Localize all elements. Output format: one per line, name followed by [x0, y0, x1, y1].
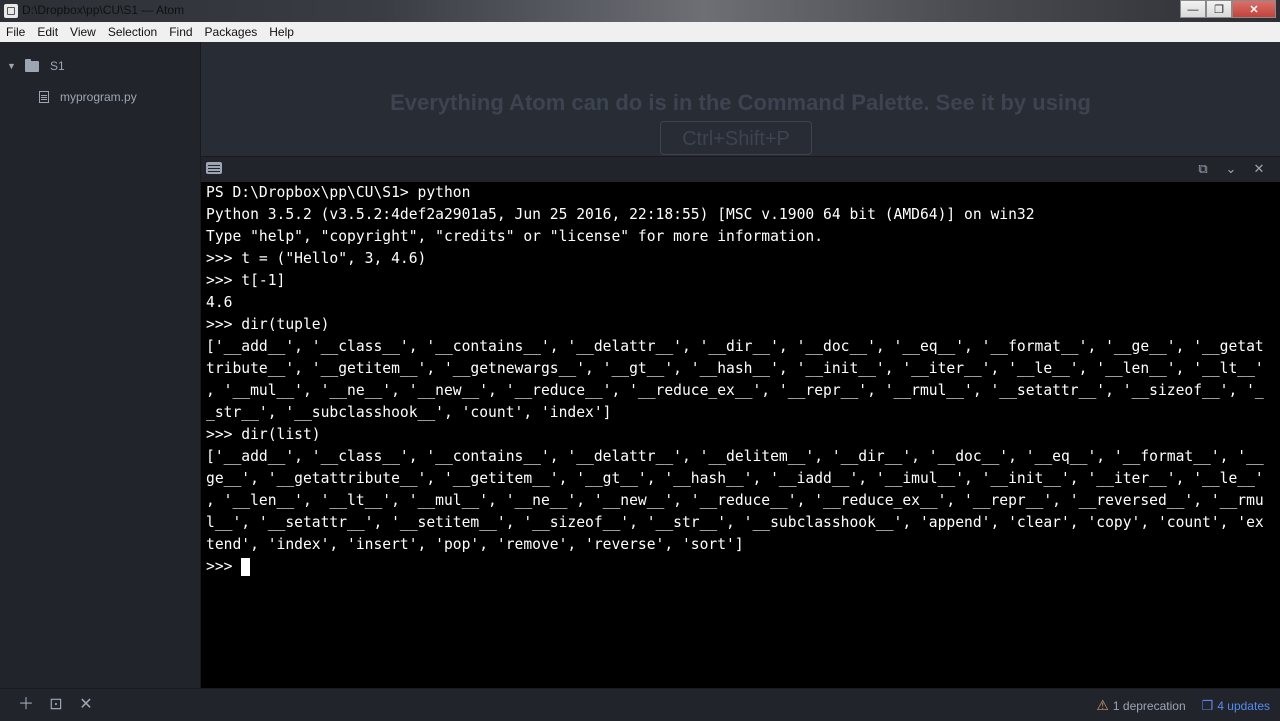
- menu-view[interactable]: View: [64, 25, 102, 39]
- terminal-prompt: >>>: [206, 558, 242, 575]
- terminal-line: >>> t[-1]: [206, 272, 286, 289]
- menu-file[interactable]: File: [0, 25, 31, 39]
- terminal-line: _str__', '__subclasshook__', 'count', 'i…: [206, 404, 612, 421]
- maximize-panel-icon[interactable]: ⧉: [1196, 161, 1210, 177]
- terminal-line: ['__add__', '__class__', '__contains__',…: [206, 338, 1264, 355]
- menu-selection[interactable]: Selection: [102, 25, 163, 39]
- close-terminal-icon[interactable]: ✕: [78, 697, 94, 713]
- terminal-line: ['__add__', '__class__', '__contains__',…: [206, 448, 1264, 465]
- terminal-line: 4.6: [206, 294, 233, 311]
- package-icon: ❒: [1201, 697, 1214, 713]
- maximize-button[interactable]: ❐: [1206, 0, 1232, 18]
- menu-packages[interactable]: Packages: [199, 25, 264, 39]
- status-left: ＋ ⊡ ✕: [18, 697, 94, 713]
- shortcut-key: Ctrl+Shift+P: [660, 121, 812, 155]
- terminal-actions: ⧉ ⌄ ✕: [1196, 161, 1266, 177]
- terminal-line: , '__mul__', '__ne__', '__new__', '__red…: [206, 382, 1264, 399]
- add-terminal-icon[interactable]: ＋: [18, 697, 34, 713]
- terminal-line: PS D:\Dropbox\pp\CU\S1> python: [206, 184, 471, 201]
- file-label: myprogram.py: [60, 90, 137, 104]
- status-right: ⚠ 1 deprecation ❒ 4 updates: [1096, 697, 1270, 714]
- atom-app-icon: [4, 4, 18, 18]
- terminal-panel-header: ⧉ ⌄ ✕: [201, 156, 1280, 183]
- deprecation-label: 1 deprecation: [1112, 698, 1186, 713]
- tree-folder-s1[interactable]: ▼ S1: [7, 58, 65, 73]
- terminal-line: Python 3.5.2 (v3.5.2:4def2a2901a5, Jun 2…: [206, 206, 1035, 223]
- tree-file-myprogram[interactable]: myprogram.py: [39, 90, 137, 104]
- terminal-line: ge__', '__getattribute__', '__getitem__'…: [206, 470, 1264, 487]
- terminal-line: , '__len__', '__lt__', '__mul__', '__ne_…: [206, 492, 1264, 509]
- menu-edit[interactable]: Edit: [31, 25, 64, 39]
- terminal-icon[interactable]: [206, 162, 222, 174]
- terminal-line: tribute__', '__getitem__', '__getnewargs…: [206, 360, 1264, 377]
- editor-workspace: Everything Atom can do is in the Command…: [201, 42, 1280, 156]
- terminal-line: Type "help", "copyright", "credits" or "…: [206, 228, 824, 245]
- close-window-button[interactable]: ✕: [1232, 0, 1276, 18]
- updates-status[interactable]: ❒ 4 updates: [1202, 698, 1270, 714]
- terminal-line: >>> dir(tuple): [206, 316, 330, 333]
- warning-icon: ⚠: [1096, 697, 1109, 713]
- menu-find[interactable]: Find: [163, 25, 198, 39]
- folder-label: S1: [50, 59, 65, 73]
- terminal[interactable]: PS D:\Dropbox\pp\CU\S1> python Python 3.…: [201, 182, 1280, 688]
- minimize-button[interactable]: —: [1180, 0, 1206, 18]
- terminal-prompt-line[interactable]: >>>: [206, 556, 1276, 578]
- title-bar: D:\Dropbox\pp\CU\S1 — Atom — ❐ ✕: [0, 0, 1280, 22]
- command-palette-hint: Everything Atom can do is in the Command…: [390, 90, 1091, 115]
- terminal-tab-icon[interactable]: ⊡: [48, 697, 64, 713]
- window-controls: — ❐ ✕: [1180, 0, 1276, 20]
- terminal-line: l__', '__setattr__', '__setitem__', '__s…: [206, 514, 1264, 531]
- status-bar: ＋ ⊡ ✕ ⚠ 1 deprecation ❒ 4 updates: [0, 688, 1280, 721]
- updates-label: 4 updates: [1217, 698, 1270, 713]
- chevron-down-icon[interactable]: ⌄: [1224, 161, 1238, 177]
- close-icon[interactable]: ✕: [1252, 161, 1266, 177]
- chevron-down-icon: ▼: [7, 61, 16, 71]
- terminal-line: >>> t = ("Hello", 3, 4.6): [206, 250, 427, 267]
- terminal-cursor: [241, 558, 251, 576]
- menu-bar: File Edit View Selection Find Packages H…: [0, 22, 1280, 42]
- terminal-line: >>> dir(list): [206, 426, 321, 443]
- folder-icon: [25, 58, 39, 72]
- menu-help[interactable]: Help: [263, 25, 300, 39]
- window-title: D:\Dropbox\pp\CU\S1 — Atom: [22, 3, 185, 17]
- file-icon: [39, 91, 49, 103]
- terminal-line: tend', 'index', 'insert', 'pop', 'remove…: [206, 536, 744, 553]
- deprecation-status[interactable]: ⚠ 1 deprecation: [1096, 697, 1185, 714]
- tree-view: ▼ S1 myprogram.py: [0, 42, 201, 688]
- terminal-output: PS D:\Dropbox\pp\CU\S1> python Python 3.…: [206, 182, 1276, 578]
